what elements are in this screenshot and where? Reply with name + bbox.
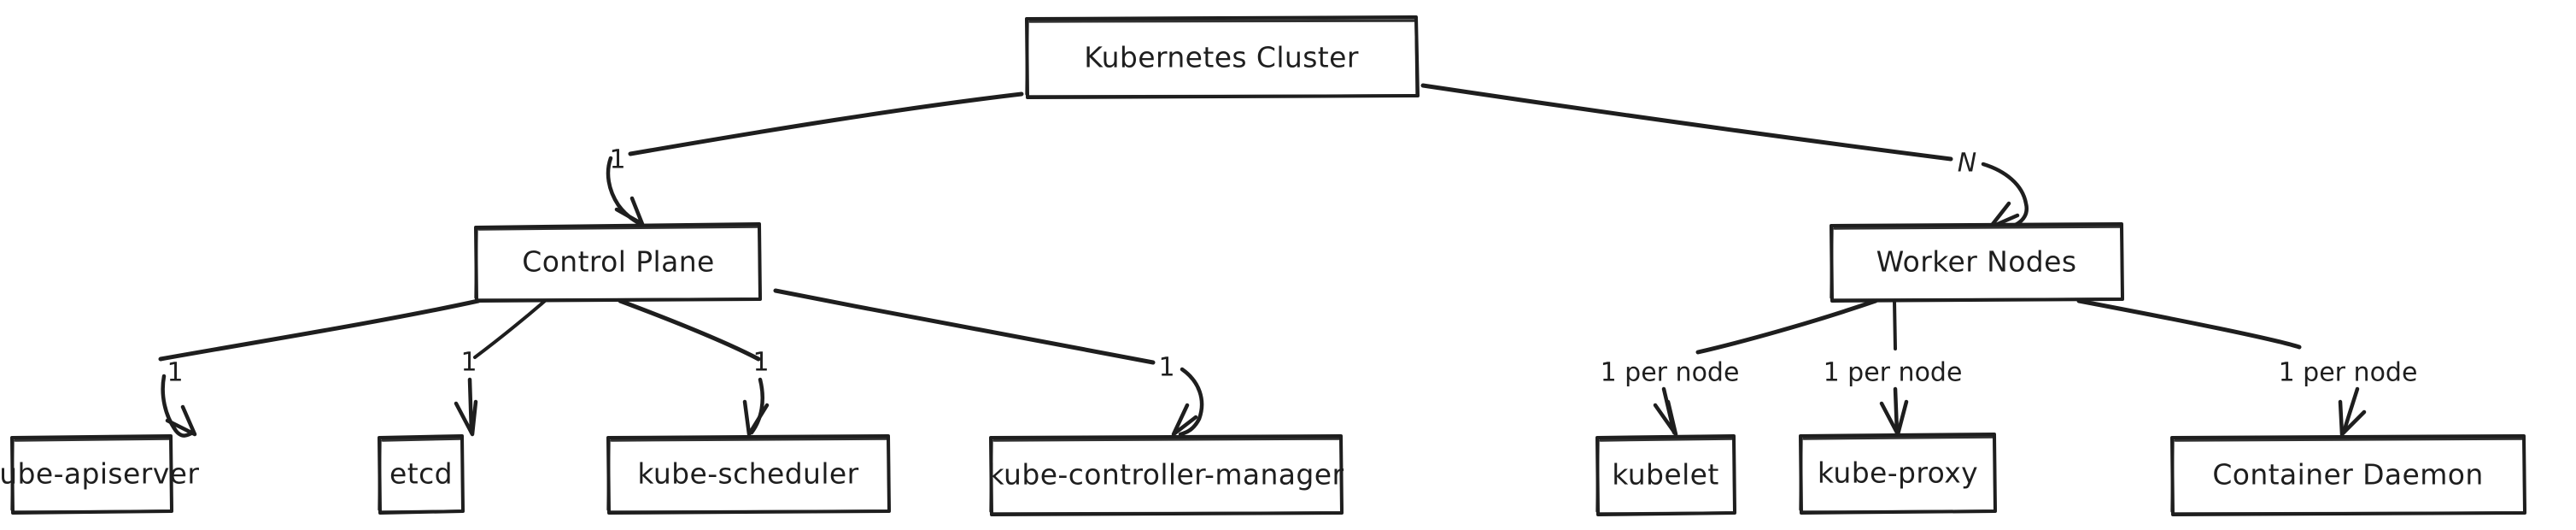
node-kube-apiserver[interactable]: kube-apiserver: [0, 434, 199, 515]
arrow-head-icon: [614, 196, 645, 227]
node-label: kube-proxy: [1818, 456, 1978, 490]
edge-label-control-plane-kube-scheduler: 1: [752, 348, 769, 378]
arrow-head-icon: [165, 404, 197, 437]
node-kubelet[interactable]: kubelet: [1595, 434, 1736, 516]
edge-path: [773, 288, 1156, 365]
node-kube-controller-manager[interactable]: kube-controller-manager: [988, 434, 1344, 516]
arrow-curve: [467, 377, 474, 435]
arrow-head-icon: [454, 399, 478, 437]
edge-label-cluster-control-plane: 1: [609, 145, 625, 175]
kubernetes-architecture-diagram: 1 N 1 1 1 1 1 per node 1 per node 1 per …: [0, 15, 2526, 516]
edge-path: [1893, 299, 1897, 350]
edge-path: [473, 299, 547, 359]
node-kube-proxy[interactable]: kube-proxy: [1799, 433, 1997, 515]
edge-control-plane-to-kube-scheduler: [618, 298, 770, 437]
node-label: Worker Nodes: [1876, 245, 2077, 279]
node-label: kube-apiserver: [0, 457, 199, 491]
node-label: etcd: [389, 457, 453, 491]
edge-cluster-to-control-plane: [606, 91, 1024, 227]
edge-label-worker-nodes-kube-proxy: 1 per node: [1824, 358, 1963, 388]
arrow-head-icon: [1653, 399, 1678, 437]
node-label: kube-controller-manager: [988, 458, 1344, 492]
edge-path: [1695, 298, 1878, 355]
edge-path: [1420, 83, 1953, 162]
edge-path: [158, 298, 481, 362]
diagram-canvas: 1 N 1 1 1 1 1 per node 1 per node 1 per …: [0, 0, 2576, 530]
edge-path: [2076, 298, 2302, 350]
node-etcd[interactable]: etcd: [378, 434, 465, 515]
node-label: Kubernetes Cluster: [1084, 41, 1359, 74]
edge-control-plane-to-kube-apiserver: [158, 298, 481, 438]
node-kubernetes-cluster[interactable]: Kubernetes Cluster: [1025, 15, 1420, 99]
node-label: kube-scheduler: [637, 457, 858, 491]
node-label: Control Plane: [522, 245, 715, 279]
edge-control-plane-to-kube-controller-manager: [773, 288, 1204, 437]
edge-label-worker-nodes-kubelet: 1 per node: [1601, 358, 1740, 388]
edge-path: [618, 298, 761, 362]
node-container-daemon[interactable]: Container Daemon: [2170, 434, 2526, 516]
node-worker-nodes[interactable]: Worker Nodes: [1830, 222, 2124, 303]
edge-label-cluster-worker-nodes: N: [1958, 149, 1976, 179]
edge-label-control-plane-etcd: 1: [460, 348, 477, 378]
node-label: Container Daemon: [2212, 458, 2483, 492]
node-layer: Kubernetes Cluster Control Plane Worker …: [0, 15, 2526, 516]
edge-path: [628, 91, 1024, 156]
node-label: kubelet: [1612, 458, 1718, 492]
edge-label-control-plane-kube-controller-manager: 1: [1158, 353, 1174, 383]
edge-label-control-plane-kube-apiserver: 1: [167, 358, 183, 388]
edge-cluster-to-worker-nodes: [1420, 83, 2029, 232]
node-control-plane[interactable]: Control Plane: [474, 222, 762, 303]
node-kube-scheduler[interactable]: kube-scheduler: [606, 434, 891, 515]
edge-label-worker-nodes-container-daemon: 1 per node: [2279, 358, 2418, 388]
arrow-head-icon: [1879, 399, 1909, 437]
